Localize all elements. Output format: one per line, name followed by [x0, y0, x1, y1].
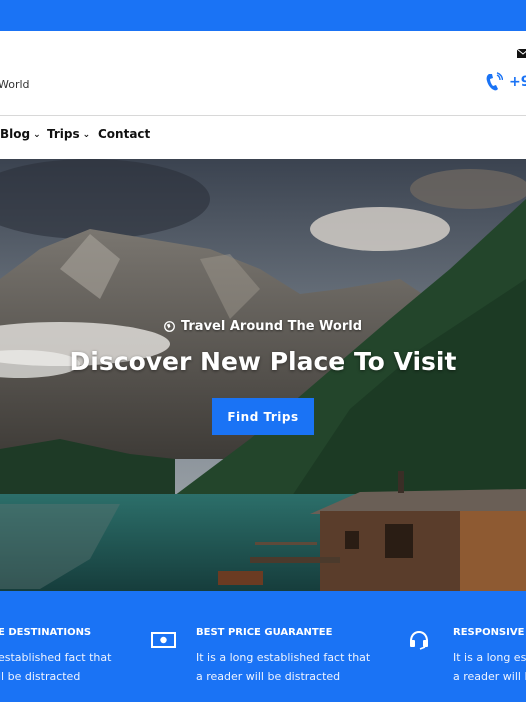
chevron-down-icon: ⌄ — [33, 130, 41, 140]
phone-icon — [486, 72, 503, 91]
hero-title: Discover New Place To Visit — [69, 347, 457, 376]
nav-item-trips[interactable]: Trips ⌄ — [47, 127, 90, 141]
feature-text-line: ll be distracted — [0, 670, 81, 683]
features-strip: E DESTINATIONS established fact that ll … — [0, 591, 526, 702]
main-nav: Blog ⌄ Trips ⌄ Contact — [0, 116, 526, 159]
hero-subtitle-text: Travel Around The World — [180, 319, 363, 334]
feature-title: BEST PRICE GUARANTEE — [196, 627, 333, 638]
site-header: World +9 — [0, 31, 526, 116]
money-icon — [151, 632, 176, 648]
feature-title: E DESTINATIONS — [0, 627, 92, 638]
top-bar — [0, 0, 526, 31]
feature-text-line: It is a long established fact that — [196, 651, 371, 664]
hero-section: Travel Around The World Discover New Pla… — [0, 159, 526, 591]
nav-item-label: Blog — [0, 127, 31, 141]
nav-item-blog[interactable]: Blog ⌄ — [0, 127, 41, 141]
feature-text-line: established fact that — [0, 651, 112, 664]
feature-text-line: a reader will b — [453, 670, 526, 683]
globe-icon — [164, 321, 175, 332]
hero-subtitle: Travel Around The World — [0, 319, 526, 334]
chevron-down-icon: ⌄ — [82, 130, 91, 140]
envelope-icon[interactable] — [517, 49, 526, 58]
nav-item-contact[interactable]: Contact — [98, 127, 150, 141]
feature-text-line: It is a long es — [453, 651, 526, 664]
nav-item-label: Trips — [47, 127, 80, 141]
feature-text-line: a reader will be distracted — [196, 670, 341, 683]
headset-icon — [410, 630, 428, 650]
nav-item-label: Contact — [98, 127, 151, 141]
phone-number: +9 — [509, 74, 526, 90]
feature-title: RESPONSIVE S — [453, 627, 526, 638]
phone-contact[interactable]: +9 — [485, 72, 526, 92]
site-tagline: World — [0, 78, 30, 91]
find-trips-button[interactable]: Find Trips — [212, 398, 314, 435]
